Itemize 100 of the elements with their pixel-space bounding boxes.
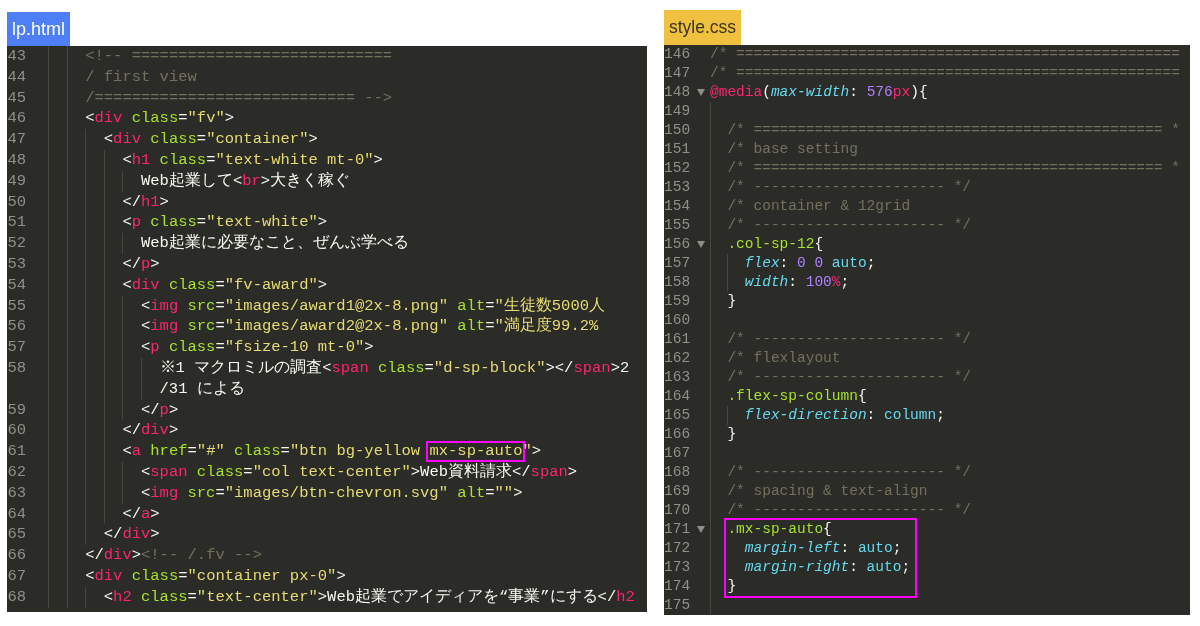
line-number: 150 [664, 121, 690, 140]
code-line: .mx-sp-auto{ [727, 520, 832, 539]
line-number: 164 [664, 387, 690, 406]
code-line: <div class="container px-0"> [85, 565, 346, 587]
code-line: </h1> [122, 191, 169, 213]
code-line: <img src="images/award2@2x-8.png" alt="満足度99.2% [140, 316, 599, 338]
code-line: </div> [122, 420, 179, 442]
line-number: 173 [664, 558, 690, 577]
line-number: 156 [664, 235, 690, 254]
code-line: /* =================================================== [710, 45, 1180, 64]
code-line: flex: 0 0 auto; [744, 254, 876, 273]
line-number: 61 [7, 441, 26, 462]
line-number: 155 [664, 216, 690, 235]
line-number: 153 [664, 178, 690, 197]
code-line: <div class="container"> [103, 129, 318, 150]
line-number: 54 [7, 274, 26, 296]
code-line: /31 による [159, 378, 245, 400]
line-number: 66 [7, 545, 26, 566]
file-label: style.css [664, 10, 742, 45]
line-number: 159 [664, 292, 690, 311]
line-number: 161 [664, 330, 690, 349]
code-line: <p class="text-white"> [122, 212, 328, 234]
code-line: <h1 class="text-white mt-0"> [122, 150, 383, 171]
code-line: /* ---------------------- */ [727, 330, 972, 349]
code-line: <h2 class="text-center">Web起業でアイディアを“事業”にする</h2 [103, 586, 635, 608]
line-number: 55 [7, 295, 26, 317]
code-line: <div class="fv"> [85, 108, 235, 130]
code-line: /* =============================================== * [727, 159, 1180, 178]
code-line: <p class="fsize-10 mt-0"> [140, 337, 374, 358]
line-number: 59 [7, 399, 26, 421]
code-line: .flex-sp-column{ [727, 387, 867, 406]
fold-arrow-icon[interactable] [697, 89, 705, 96]
line-number: 175 [664, 596, 690, 615]
code-line: <img src="images/btn-chevron.svg" alt=""> [140, 482, 523, 504]
code-line: /* spacing & text-align [727, 482, 928, 501]
line-number: 46 [7, 108, 26, 130]
code-line: } [727, 577, 737, 596]
code-line: margin-left: auto; [744, 539, 902, 558]
code-line: </div> [103, 524, 160, 546]
line-number: 170 [664, 501, 690, 520]
code-line: @media(max-width: 576px){ [710, 83, 928, 102]
line-number: 148 [664, 83, 690, 102]
line-number: 43 [7, 46, 26, 67]
code-line: <div class="fv-award"> [122, 274, 328, 296]
line-number: 65 [7, 524, 26, 546]
line-number: 169 [664, 482, 690, 501]
line-number: 50 [7, 191, 26, 213]
line-number: 162 [664, 349, 690, 368]
line-number: 165 [664, 406, 690, 425]
line-number: 51 [7, 212, 26, 234]
code-line: } [727, 425, 737, 444]
code-line: <!-- ============================ [85, 46, 393, 67]
line-number: 172 [664, 539, 690, 558]
line-number: 60 [7, 420, 26, 442]
code-line: <span class="col text-center">Web資料請求</span> [140, 461, 578, 483]
code-line: / first view [85, 66, 197, 88]
line-number: 57 [7, 337, 26, 358]
line-number: 67 [7, 565, 26, 587]
code-line: /* flexlayout [727, 349, 841, 368]
line-number: 160 [664, 311, 690, 330]
line-number: 158 [664, 273, 690, 292]
line-number: 56 [7, 316, 26, 338]
code-line: <a href="#" class="btn bg-yellow mx-sp-auto"> [122, 441, 542, 462]
line-number: 149 [664, 102, 690, 121]
line-number: 45 [7, 87, 26, 109]
line-number: 44 [7, 66, 26, 88]
file-label: lp.html [7, 12, 70, 46]
code-line: /* ---------------------- */ [727, 216, 972, 235]
code-line: </a> [122, 503, 160, 525]
code-line: Web起業して<br>大きく稼ぐ [140, 170, 351, 192]
line-number: 146 [664, 45, 690, 64]
code-line: <img src="images/award1@2x-8.png" alt="生徒数5000人 [140, 295, 606, 316]
line-number: 154 [664, 197, 690, 216]
code-line: /* =============================================== * [727, 121, 1180, 140]
line-number: 163 [664, 368, 690, 387]
code-line: } [727, 292, 737, 311]
code-line: width: 100%; [744, 273, 850, 292]
line-number: 171 [664, 520, 690, 539]
line-number: 166 [664, 425, 690, 444]
code-line: /============================ --> [85, 87, 393, 109]
line-number: 167 [664, 444, 690, 463]
code-line: /* ---------------------- */ [727, 501, 972, 520]
line-number: 48 [7, 150, 26, 171]
code-line: /* ---------------------- */ [727, 178, 972, 197]
line-number: 157 [664, 254, 690, 273]
code-line: /* ---------------------- */ [727, 368, 972, 387]
code-line: ※1 マクロミルの調査<span class="d-sp-block"></span>2 [159, 357, 630, 379]
line-number: 151 [664, 140, 690, 159]
code-line: margin-right: auto; [744, 558, 911, 577]
line-number: 168 [664, 463, 690, 482]
code-line: </p> [122, 253, 160, 275]
code-line: /* container & 12grid [727, 197, 911, 216]
code-line: </p> [140, 399, 179, 421]
line-number: 63 [7, 482, 26, 504]
code-line: .col-sp-12{ [727, 235, 824, 254]
line-number: 58 [7, 357, 26, 379]
fold-arrow-icon[interactable] [697, 241, 705, 248]
line-number: 64 [7, 503, 26, 525]
line-number: 52 [7, 233, 26, 254]
fold-arrow-icon[interactable] [697, 526, 705, 533]
